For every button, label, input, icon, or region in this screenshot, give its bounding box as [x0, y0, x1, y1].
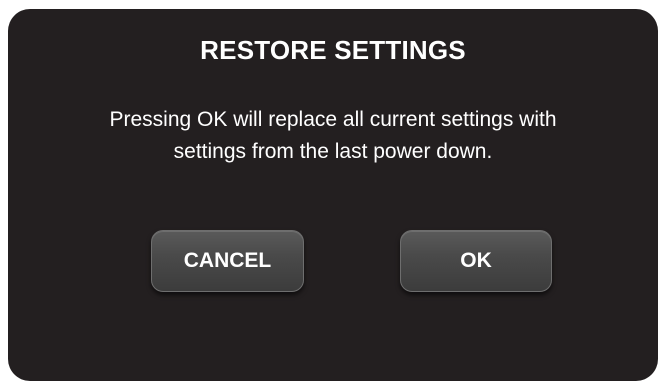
dialog-message: Pressing OK will replace all current set… — [28, 104, 638, 168]
dialog-message-line-1: Pressing OK will replace all current set… — [109, 108, 557, 131]
dialog-message-line-2: settings from the last power down. — [173, 140, 493, 163]
cancel-button[interactable]: CANCEL — [151, 230, 304, 292]
ok-button-label: OK — [460, 249, 492, 272]
ok-button[interactable]: OK — [400, 230, 552, 292]
restore-settings-dialog: RESTORE SETTINGS Pressing OK will replac… — [8, 9, 658, 381]
cancel-button-label: CANCEL — [183, 249, 272, 272]
dialog-title: RESTORE SETTINGS — [200, 35, 466, 65]
